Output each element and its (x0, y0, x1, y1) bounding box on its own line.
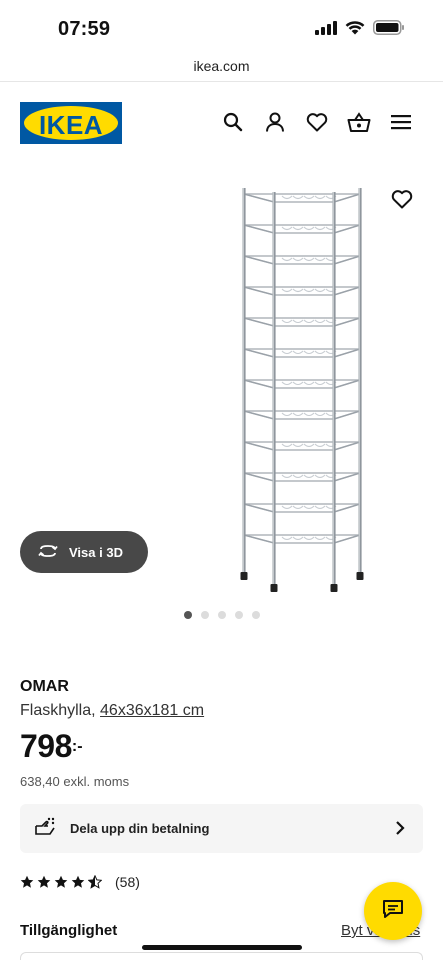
star-icon (54, 875, 68, 888)
gallery-dot[interactable] (183, 611, 192, 619)
gallery-dot[interactable] (217, 611, 226, 619)
price-excl-vat: 638,40 exkl. moms (20, 774, 130, 789)
product-price: 798 :- (20, 728, 83, 765)
logo-oval: IKEA (24, 106, 118, 140)
price-suffix: :- (71, 738, 83, 755)
price-amount: 798 (20, 728, 72, 764)
payment-icon (34, 816, 56, 841)
wishlist-heart-icon[interactable] (389, 186, 415, 212)
availability-heading: Tillgänglighet (20, 922, 118, 939)
search-icon[interactable] (221, 110, 245, 134)
rating-count: (58) (115, 874, 140, 890)
gallery-dot[interactable] (234, 611, 243, 619)
user-icon[interactable] (263, 110, 287, 134)
product-description: Flaskhylla, 46x36x181 cm (20, 702, 204, 720)
split-payment-label: Dela upp din betalning (70, 821, 210, 836)
gallery-pagination (0, 611, 443, 619)
header-icons (221, 110, 413, 134)
status-bar: 07:59 (0, 0, 443, 52)
signal-icon (315, 20, 337, 40)
ikea-logo[interactable]: IKEA (20, 102, 122, 144)
url-text: ikea.com (193, 58, 250, 74)
url-bar[interactable]: ikea.com (0, 52, 443, 82)
gallery-dot[interactable] (200, 611, 209, 619)
product-rating[interactable]: (58) (20, 874, 140, 890)
chat-icon (382, 899, 404, 924)
product-name: OMAR (20, 678, 69, 695)
view-in-3d-button[interactable]: Visa i 3D (20, 531, 148, 573)
menu-icon[interactable] (389, 110, 413, 134)
star-icon (37, 875, 51, 888)
split-payment-button[interactable]: Dela upp din betalning (20, 804, 423, 853)
product-gallery[interactable]: Visa i 3D (0, 162, 443, 602)
chat-button[interactable] (364, 882, 422, 940)
site-header: IKEA (0, 82, 443, 162)
product-type: Flaskhylla, (20, 702, 96, 719)
battery-icon (373, 20, 405, 40)
view-in-3d-label: Visa i 3D (69, 544, 123, 560)
product-image[interactable] (232, 184, 368, 596)
logo-text: IKEA (38, 110, 104, 140)
bottom-card-edge (20, 952, 423, 960)
gallery-dot[interactable] (251, 611, 260, 619)
rating-stars (20, 875, 102, 889)
chevron-right-icon (395, 820, 405, 841)
rotate-3d-icon (37, 544, 59, 561)
star-icon (88, 875, 102, 889)
basket-icon[interactable] (347, 110, 371, 134)
star-icon (20, 875, 34, 888)
wifi-icon (345, 20, 365, 40)
home-indicator (142, 945, 302, 950)
status-time: 07:59 (58, 18, 111, 40)
status-icons (315, 20, 405, 40)
star-icon (71, 875, 85, 888)
product-dimensions-link[interactable]: 46x36x181 cm (100, 702, 204, 719)
heart-icon[interactable] (305, 110, 329, 134)
